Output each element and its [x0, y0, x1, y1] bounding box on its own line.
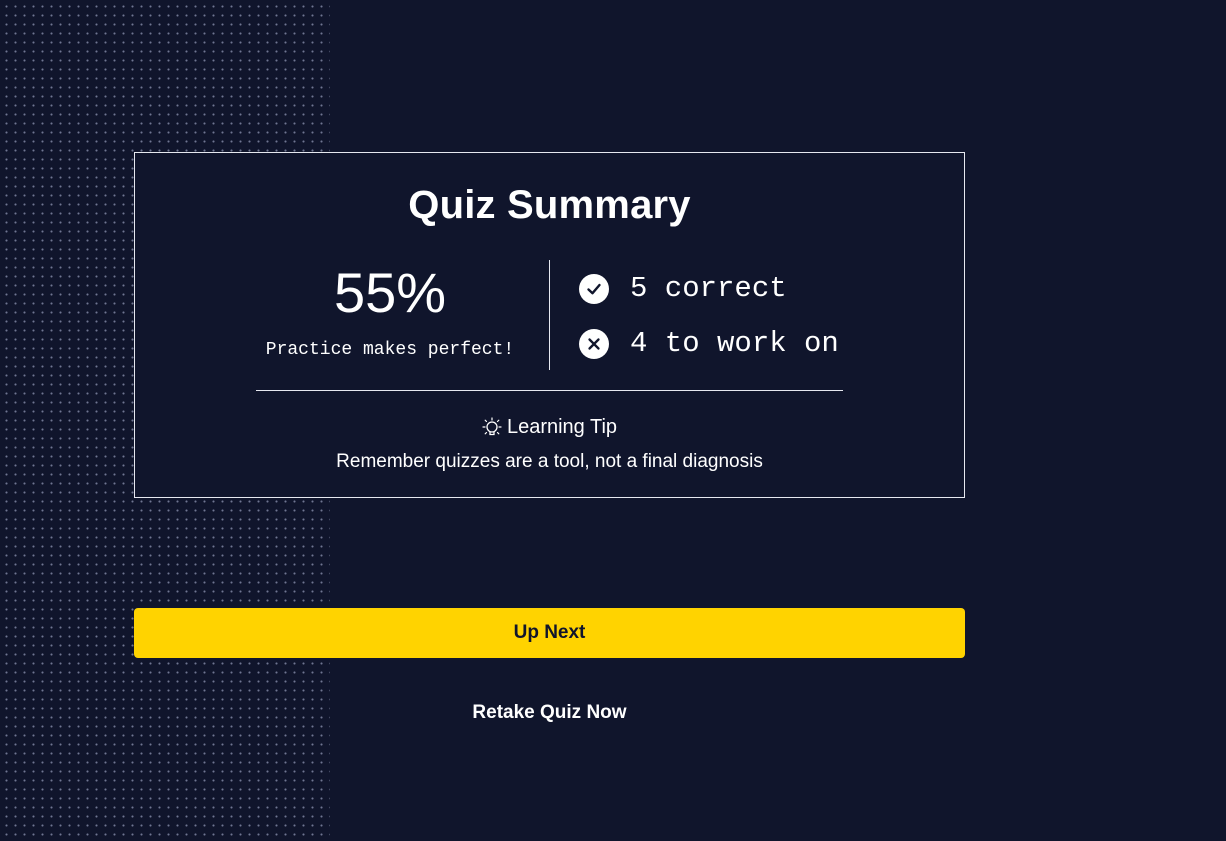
learning-tip-heading: Learning Tip [135, 414, 964, 440]
lightbulb-icon [482, 416, 502, 438]
horizontal-divider [256, 390, 843, 391]
check-circle-icon [579, 274, 609, 304]
score-percent: 55% [333, 261, 447, 324]
learning-tip-text: Remember quizzes are a tool, not a final… [336, 451, 763, 472]
retake-quiz-button[interactable]: Retake Quiz Now [134, 698, 965, 728]
correct-count-stat: 5 correct [579, 272, 787, 306]
correct-count-text: 5 correct [630, 272, 787, 305]
quiz-summary-title: Quiz Summary [408, 183, 691, 227]
x-circle-icon [579, 329, 609, 359]
to-work-on-text: 4 to work on [630, 327, 839, 360]
quiz-summary-card: Quiz Summary 55% Practice makes perfect!… [134, 152, 965, 498]
score-motto: Practice makes perfect! [265, 340, 515, 360]
score-panel: 55% Practice makes perfect! [250, 261, 530, 361]
vertical-divider [549, 260, 550, 370]
to-work-on-stat: 4 to work on [579, 327, 839, 361]
up-next-button[interactable]: Up Next [134, 608, 965, 658]
learning-tip-title: Learning Tip [506, 416, 618, 438]
